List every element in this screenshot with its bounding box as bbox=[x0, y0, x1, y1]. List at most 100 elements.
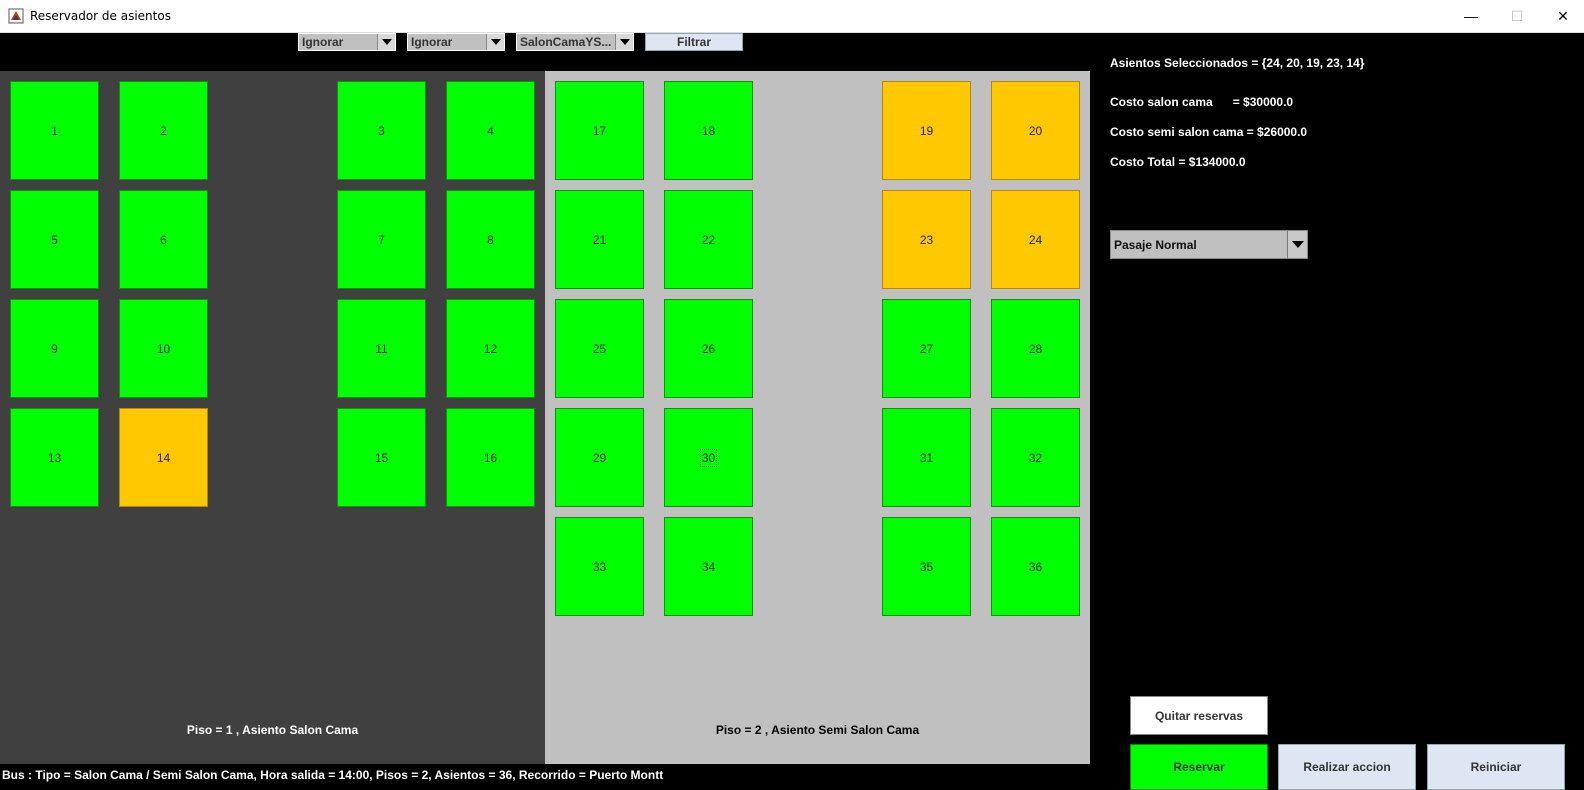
seat-number: 19 bbox=[919, 123, 934, 138]
seat-number: 9 bbox=[51, 341, 58, 356]
seat-button[interactable]: 12 bbox=[446, 299, 535, 398]
maximize-button[interactable]: ☐ bbox=[1494, 0, 1540, 32]
seat-number: 8 bbox=[487, 232, 494, 247]
ticket-type-value: Pasaje Normal bbox=[1114, 238, 1197, 252]
seat-number: 30 bbox=[699, 448, 718, 467]
seat-button[interactable]: 23 bbox=[882, 190, 971, 289]
filter-combo-2-value: Ignorar bbox=[411, 35, 453, 49]
seat-button[interactable]: 14 bbox=[119, 408, 208, 507]
seat-button[interactable]: 15 bbox=[337, 408, 426, 507]
seat-number: 13 bbox=[47, 450, 62, 465]
close-button[interactable]: ✕ bbox=[1540, 0, 1584, 32]
seat-number: 36 bbox=[1028, 559, 1043, 574]
seat-button[interactable]: 13 bbox=[10, 408, 99, 507]
seat-number: 34 bbox=[701, 559, 716, 574]
reserve-button[interactable]: Reservar bbox=[1130, 744, 1268, 790]
filter-combo-3[interactable]: SalonCamaYS... bbox=[516, 33, 634, 51]
seat-button[interactable]: 6 bbox=[119, 190, 208, 289]
seat-button[interactable]: 8 bbox=[446, 190, 535, 289]
perform-action-button[interactable]: Realizar accion bbox=[1278, 744, 1416, 790]
seat-number: 10 bbox=[156, 341, 171, 356]
filter-combo-2[interactable]: Ignorar bbox=[407, 33, 505, 51]
ticket-type-combo[interactable]: Pasaje Normal bbox=[1110, 230, 1308, 259]
seat-number: 12 bbox=[483, 341, 498, 356]
seat-button[interactable]: 32 bbox=[991, 408, 1080, 507]
floor-2-panel: 17 18 19 20 21 22 23 24 25 26 27 28 29 30 31 32 33 34 35 36… bbox=[545, 71, 1090, 764]
seat-number: 23 bbox=[919, 232, 934, 247]
seat-button[interactable]: 28 bbox=[991, 299, 1080, 398]
floor-1-panel: 1 2 3 4 5 6 7 8 9 10 11 12 13 14 15 16 Piso = 1 , Asien… bbox=[0, 71, 545, 764]
floor-2-label: Piso = 2 , Asiento Semi Salon Cama bbox=[715, 723, 920, 737]
seat-button[interactable]: 16 bbox=[446, 408, 535, 507]
filter-button[interactable]: Filtrar bbox=[645, 33, 743, 51]
seat-button[interactable]: 30 bbox=[664, 408, 753, 507]
chevron-down-icon[interactable] bbox=[615, 34, 633, 50]
seat-number: 26 bbox=[701, 341, 716, 356]
seat-button[interactable]: 21 bbox=[555, 190, 644, 289]
total-cost-text: Costo Total = $134000.0 bbox=[1110, 155, 1246, 169]
seat-button[interactable]: 29 bbox=[555, 408, 644, 507]
seat-number: 21 bbox=[592, 232, 607, 247]
seat-number: 14 bbox=[156, 450, 171, 465]
seat-button[interactable]: 36 bbox=[991, 517, 1080, 616]
seat-number: 29 bbox=[592, 450, 607, 465]
bus-status-bar: Bus : Tipo = Salon Cama / Semi Salon Cam… bbox=[0, 766, 1110, 790]
seat-button[interactable]: 22 bbox=[664, 190, 753, 289]
chevron-down-icon[interactable] bbox=[377, 34, 395, 50]
seat-number: 1 bbox=[51, 123, 58, 138]
seat-button[interactable]: 9 bbox=[10, 299, 99, 398]
seat-number: 28 bbox=[1028, 341, 1043, 356]
seat-button[interactable]: 24 bbox=[991, 190, 1080, 289]
selected-seats-text: Asientos Seleccionados = {24, 20, 19, 23… bbox=[1110, 56, 1365, 70]
seat-button[interactable]: 11 bbox=[337, 299, 426, 398]
seat-button[interactable]: 5 bbox=[10, 190, 99, 289]
remove-reservations-button[interactable]: Quitar reservas bbox=[1130, 696, 1268, 735]
seat-number: 25 bbox=[592, 341, 607, 356]
seat-button[interactable]: 35 bbox=[882, 517, 971, 616]
restart-button[interactable]: Reiniciar bbox=[1427, 744, 1565, 790]
seat-button[interactable]: 20 bbox=[991, 81, 1080, 180]
seat-number: 6 bbox=[160, 232, 167, 247]
java-app-icon bbox=[8, 8, 24, 24]
seat-number: 35 bbox=[919, 559, 934, 574]
seat-number: 7 bbox=[378, 232, 385, 247]
title-bar: Reservador de asientos — ☐ ✕ bbox=[0, 0, 1584, 33]
seat-number: 15 bbox=[374, 450, 389, 465]
seat-number: 17 bbox=[592, 123, 607, 138]
seat-button[interactable]: 4 bbox=[446, 81, 535, 180]
seat-button[interactable]: 33 bbox=[555, 517, 644, 616]
seat-button[interactable]: 25 bbox=[555, 299, 644, 398]
seat-button[interactable]: 19 bbox=[882, 81, 971, 180]
seat-number: 5 bbox=[51, 232, 58, 247]
seat-number: 31 bbox=[919, 450, 934, 465]
seat-button[interactable]: 17 bbox=[555, 81, 644, 180]
seat-button[interactable]: 18 bbox=[664, 81, 753, 180]
seat-button[interactable]: 2 bbox=[119, 81, 208, 180]
seat-button[interactable]: 7 bbox=[337, 190, 426, 289]
seat-button[interactable]: 3 bbox=[337, 81, 426, 180]
seat-number: 27 bbox=[919, 341, 934, 356]
seat-button[interactable]: 10 bbox=[119, 299, 208, 398]
seat-button[interactable]: 26 bbox=[664, 299, 753, 398]
seat-number: 11 bbox=[375, 341, 388, 356]
seat-button[interactable]: 34 bbox=[664, 517, 753, 616]
filter-combo-3-value: SalonCamaYS... bbox=[520, 35, 612, 49]
seat-button[interactable]: 31 bbox=[882, 408, 971, 507]
window-title: Reservador de asientos bbox=[30, 9, 171, 23]
chevron-down-icon[interactable] bbox=[1287, 231, 1307, 258]
seat-number: 3 bbox=[378, 123, 385, 138]
seat-number: 32 bbox=[1028, 450, 1043, 465]
chevron-down-icon[interactable] bbox=[486, 34, 504, 50]
seat-number: 24 bbox=[1028, 232, 1043, 247]
seat-button[interactable]: 27 bbox=[882, 299, 971, 398]
filter-combo-1[interactable]: Ignorar bbox=[298, 33, 396, 51]
seat-number: 20 bbox=[1028, 123, 1043, 138]
seat-number: 4 bbox=[487, 123, 494, 138]
seat-number: 33 bbox=[592, 559, 607, 574]
salon-cama-cost-text: Costo salon cama = $30000.0 bbox=[1110, 95, 1294, 109]
minimize-button[interactable]: — bbox=[1448, 0, 1494, 32]
floor-1-label: Piso = 1 , Asiento Salon Cama bbox=[186, 723, 359, 737]
seat-number: 22 bbox=[701, 232, 716, 247]
app-window: Reservador de asientos — ☐ ✕ Ignorar Ign… bbox=[0, 0, 1584, 790]
seat-button[interactable]: 1 bbox=[10, 81, 99, 180]
